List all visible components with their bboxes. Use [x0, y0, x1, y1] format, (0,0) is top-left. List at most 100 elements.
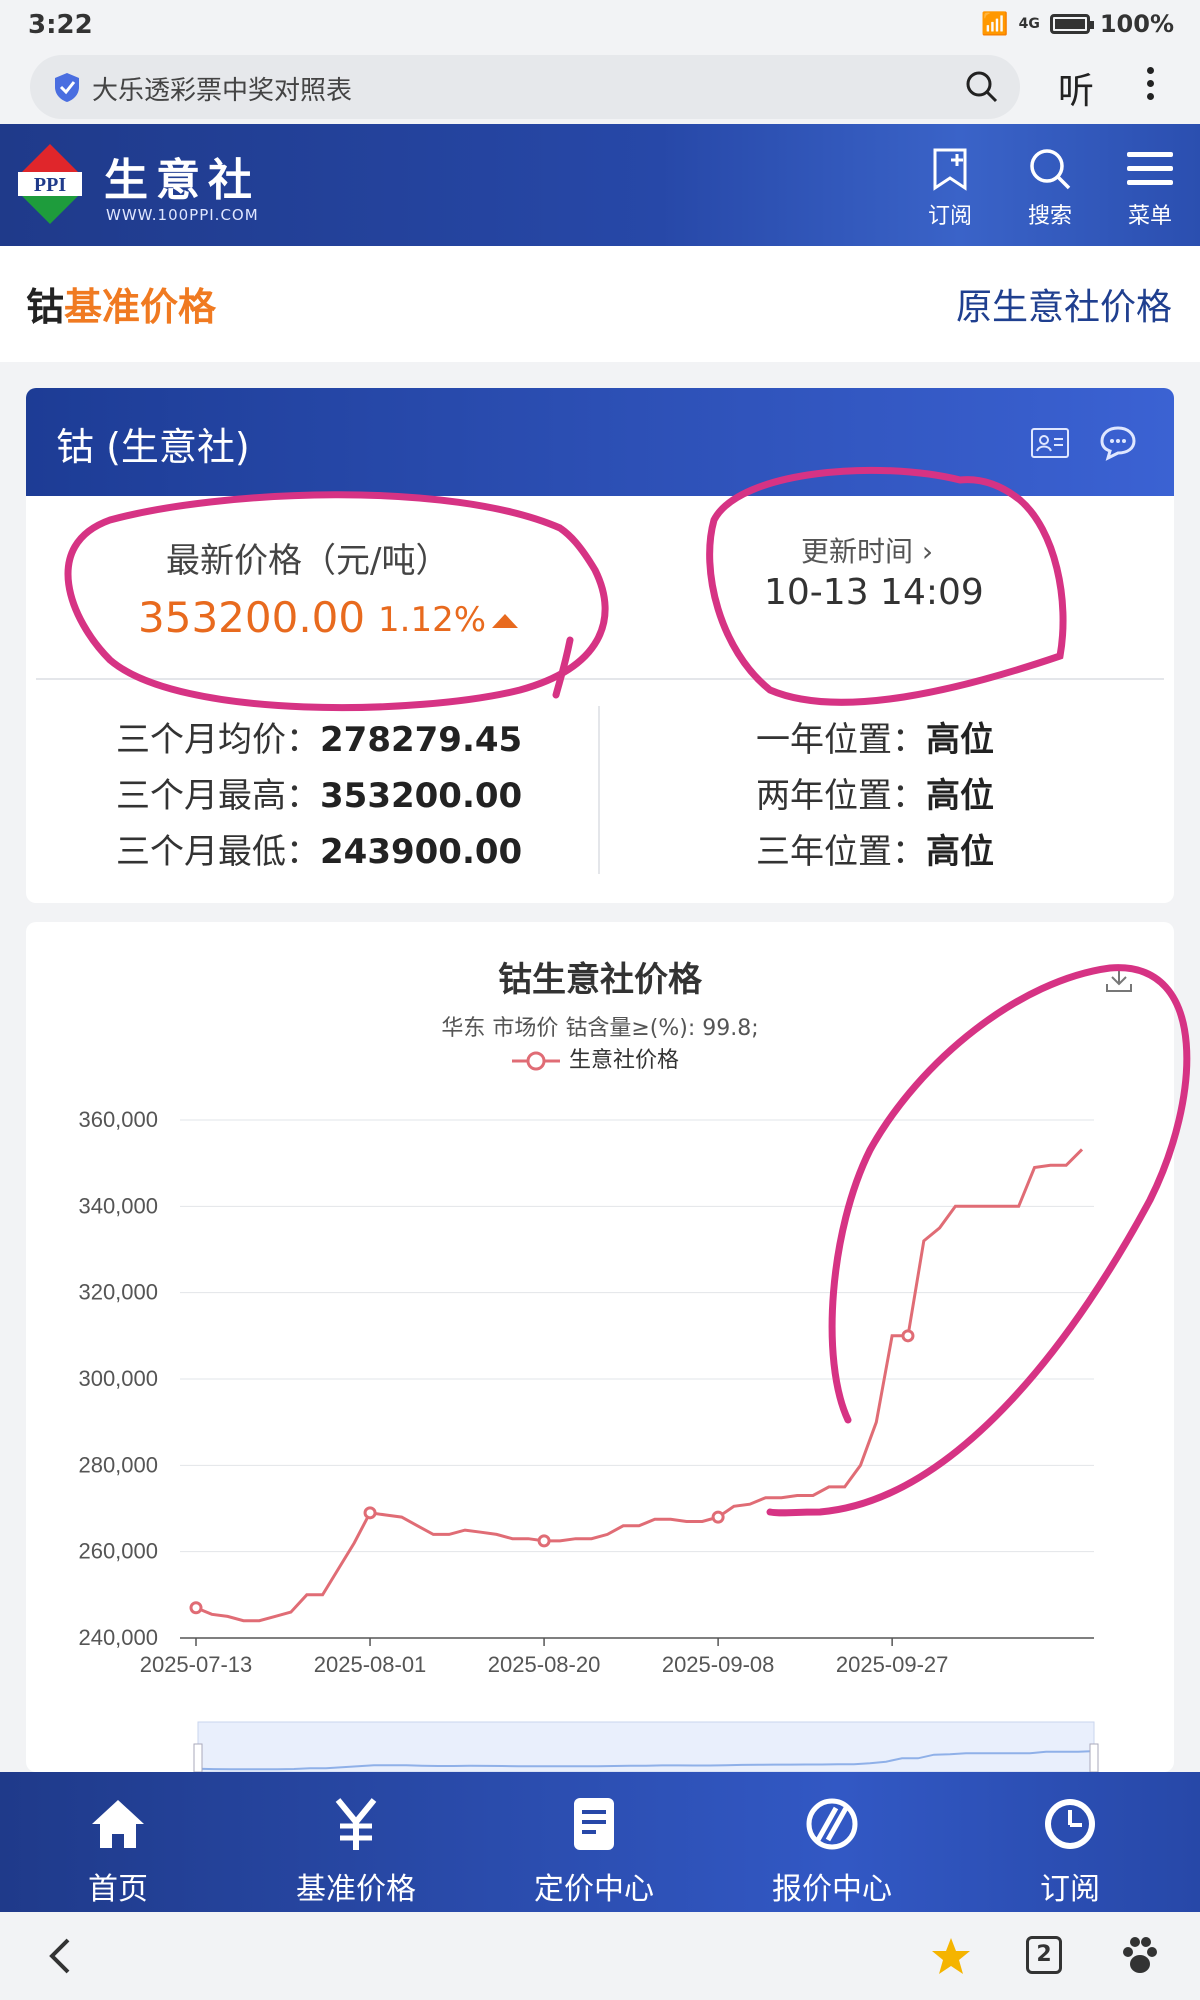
no-sign-icon: [806, 1798, 858, 1850]
back-icon[interactable]: [46, 1936, 76, 1976]
menu-icon: [1127, 152, 1173, 185]
status-time: 3:22: [28, 10, 93, 40]
title-row: 钴基准价格 原生意社价格: [0, 246, 1200, 362]
status-bar: 3:22 📶 4G 100%: [0, 0, 1200, 50]
search-icon[interactable]: [964, 69, 1000, 105]
menu-button[interactable]: 菜单: [1110, 146, 1190, 236]
y-tick-label: 260,000: [78, 1539, 158, 1564]
series-line: [195, 1148, 1084, 1623]
url-text: 大乐透彩票中奖对照表: [92, 76, 353, 106]
search-label: 搜索: [1027, 204, 1072, 229]
y-tick-label: 320,000: [78, 1280, 158, 1305]
star-icon[interactable]: [930, 1936, 972, 1976]
divider: [36, 678, 1164, 680]
card-title: 钴 (生意社): [56, 425, 250, 469]
bottom-nav: 首页 基准价格 定价中心 报价中心 订阅: [0, 1772, 1200, 1912]
y-tick-label: 280,000: [78, 1452, 158, 1477]
stat-value: 353200.00: [320, 776, 523, 816]
title-product: 钴: [26, 285, 65, 329]
page-title: 钴基准价格: [26, 276, 216, 331]
stat-key: 两年位置：: [756, 776, 926, 816]
subscribe-button[interactable]: 订阅: [910, 146, 990, 236]
zoom-handle-left: [193, 1743, 203, 1772]
battery-level: 100%: [1099, 10, 1174, 38]
document-icon: [574, 1798, 614, 1850]
latest-price-label: 最新价格（元/吨）: [166, 541, 450, 581]
ppi-logo[interactable]: PPI: [18, 142, 82, 226]
nav-home[interactable]: 首页: [28, 1796, 208, 1908]
network-label: 4G: [1018, 16, 1040, 32]
x-tick-label: 2025-08-01: [314, 1652, 427, 1677]
x-tick-label: 2025-07-13: [140, 1652, 253, 1677]
stat-avg: 三个月均价：278279.45: [116, 712, 522, 761]
bookmark-plus-icon: [933, 148, 967, 191]
site-url: WWW.100PPI.COM: [106, 206, 259, 224]
id-card-icon[interactable]: [1031, 428, 1069, 458]
zoom-handle-right: [1089, 1743, 1099, 1772]
price-change: 1.12%: [378, 600, 487, 640]
data-point: [711, 1510, 725, 1524]
latest-price: 353200.00: [138, 593, 366, 642]
nav-quotes[interactable]: 报价中心: [742, 1796, 922, 1908]
stat-value: 243900.00: [320, 832, 523, 872]
stat-key: 一年位置：: [756, 720, 926, 760]
stat-key: 三个月最低：: [116, 832, 320, 872]
title-suffix: 基准价格: [64, 285, 217, 329]
card-header: 钴 (生意社): [26, 388, 1174, 496]
nav-label: 基准价格: [296, 1872, 416, 1907]
x-tick-label: 2025-09-27: [836, 1652, 949, 1677]
home-icon: [92, 1800, 144, 1848]
yen-icon: [335, 1798, 377, 1850]
y-tick-label: 240,000: [78, 1625, 158, 1650]
x-tick-label: 2025-09-08: [662, 1652, 775, 1677]
status-right: 📶 4G 100%: [981, 10, 1174, 38]
update-time-label[interactable]: 更新时间 ›: [801, 530, 933, 570]
subscribe-label: 订阅: [927, 204, 972, 229]
menu-label: 菜单: [1127, 204, 1172, 229]
original-price-link[interactable]: 原生意社价格: [956, 278, 1172, 330]
stat-key: 三年位置：: [756, 832, 926, 872]
site-header: PPI 生意社 WWW.100PPI.COM 订阅 搜索 菜单: [0, 124, 1200, 246]
chart-card: 钴生意社价格 华东 市场价 钴含量≥(%): 99.8; 生意社价格 360,0…: [26, 922, 1174, 1772]
stat-key: 三个月均价：: [116, 720, 320, 760]
chat-icon[interactable]: [1098, 424, 1140, 462]
nav-pricing[interactable]: 定价中心: [504, 1796, 684, 1908]
more-menu-icon[interactable]: [1140, 62, 1160, 112]
data-point: [189, 1601, 203, 1615]
search-button[interactable]: 搜索: [1010, 146, 1090, 236]
stat-low: 三个月最低：243900.00: [116, 824, 522, 873]
x-tick-label: 2025-08-20: [488, 1652, 601, 1677]
price-card: 钴 (生意社) 最新价格（元/吨） 353200.00 1.12% 更新时间 ›…: [26, 388, 1174, 903]
price-chart[interactable]: 360,000 340,000 320,000 300,000 280,000 260,0…: [26, 922, 1174, 1772]
brand-name: 生意社: [104, 155, 260, 206]
nav-label: 订阅: [1040, 1872, 1100, 1907]
divider-vertical: [598, 706, 600, 874]
address-bar[interactable]: 大乐透彩票中奖对照表: [30, 55, 1020, 119]
zoom-slider: [197, 1721, 1095, 1772]
clock-icon: [1045, 1799, 1095, 1849]
data-point: [901, 1329, 915, 1343]
battery-icon: [1049, 14, 1094, 34]
y-tick-label: 360,000: [78, 1107, 158, 1132]
stat-3y: 三年位置：高位: [756, 824, 994, 873]
nav-label: 定价中心: [534, 1872, 654, 1907]
nav-label: 首页: [88, 1872, 148, 1907]
search-icon: [1030, 149, 1071, 190]
stat-high: 三个月最高：353200.00: [116, 768, 522, 817]
stat-key: 三个月最高：: [116, 776, 320, 816]
nav-subscribe[interactable]: 订阅: [980, 1796, 1160, 1908]
stat-value: 高位: [926, 720, 994, 760]
shield-icon: [55, 73, 79, 102]
stat-value: 高位: [926, 776, 994, 816]
system-bar: 2: [0, 1912, 1200, 2000]
y-tick-label: 300,000: [78, 1366, 158, 1391]
data-point: [537, 1534, 551, 1548]
listen-button[interactable]: 听: [1058, 62, 1094, 114]
stat-2y: 两年位置：高位: [756, 768, 994, 817]
stat-1y: 一年位置：高位: [756, 712, 994, 761]
stat-value: 高位: [926, 832, 994, 872]
up-arrow-icon: [492, 614, 518, 628]
nav-benchmark[interactable]: 基准价格: [266, 1796, 446, 1908]
tabs-count[interactable]: 2: [1026, 1936, 1062, 1974]
paw-icon[interactable]: [1118, 1934, 1162, 1978]
